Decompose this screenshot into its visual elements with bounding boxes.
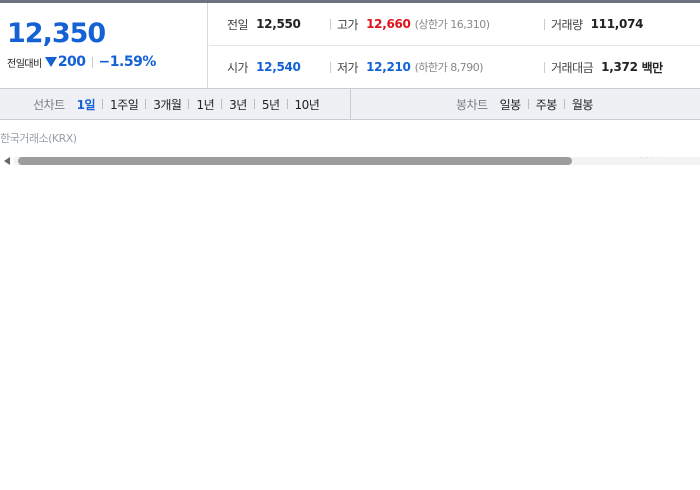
change-label: 전일대비	[7, 58, 42, 70]
stats-row-1: 전일 12,550 고가 12,660 (상한가 16,310) 거래량 111…	[209, 3, 700, 46]
tab-3-months[interactable]: 3개월	[153, 96, 182, 113]
low-value: 12,210	[366, 60, 411, 74]
down-triangle-icon	[44, 57, 57, 67]
open-cell: 시가 12,540	[227, 46, 301, 88]
candle-chart-tabs: 봉차트 일봉 주봉 월봉	[351, 89, 700, 119]
divider	[527, 99, 529, 109]
divider	[286, 99, 288, 109]
divider	[544, 61, 545, 73]
low-cell: 저가 12,210 (하한가 8,790)	[330, 46, 484, 88]
price-stats: 전일 12,550 고가 12,660 (상한가 16,310) 거래량 111…	[209, 3, 700, 89]
tab-monthly-candle[interactable]: 월봉	[572, 96, 594, 113]
prev-close-cell: 전일 12,550	[227, 3, 301, 45]
divider	[221, 99, 223, 109]
divider	[188, 99, 190, 109]
tab-10-years[interactable]: 10년	[295, 96, 320, 113]
trade-value-unit: 백만	[641, 60, 664, 75]
change-amount: 200	[57, 54, 86, 70]
volume-label: 거래량	[551, 17, 583, 32]
stats-row-2: 시가 12,540 저가 12,210 (하한가 8,790) 거래대금 1,3…	[209, 46, 700, 89]
scrollbar-thumb[interactable]	[18, 157, 572, 165]
tab-daily-candle[interactable]: 일봉	[500, 96, 522, 113]
high-value: 12,660	[366, 17, 411, 31]
tab-5-years[interactable]: 5년	[262, 96, 280, 113]
line-chart-tabs: 선차트 1일 1주일 3개월 1년 3년 5년 10년	[0, 89, 351, 119]
trade-value: 1,372	[601, 60, 638, 74]
arrow-left-icon[interactable]	[4, 157, 10, 165]
tab-1-day[interactable]: 1일	[77, 96, 96, 113]
high-cell: 고가 12,660 (상한가 16,310)	[330, 3, 490, 45]
low-label: 저가	[337, 60, 359, 75]
tab-weekly-candle[interactable]: 주봉	[536, 96, 558, 113]
prev-close-label: 전일	[227, 17, 249, 32]
tab-3-years[interactable]: 3년	[229, 96, 247, 113]
exchange-label: 한국거래소(KRX)	[0, 132, 77, 145]
volume-value: 111,074	[590, 17, 644, 31]
scroll-tick-label: · · · ·	[640, 155, 661, 162]
prev-close-value: 12,550	[256, 17, 301, 31]
chart-scrollbar[interactable]: · · · ·	[0, 155, 700, 168]
change-percent: −1.59%	[98, 54, 157, 70]
open-value: 12,540	[256, 60, 301, 74]
divider	[563, 99, 565, 109]
candle-chart-label: 봉차트	[456, 97, 488, 112]
chart-period-tabs: 선차트 1일 1주일 3개월 1년 3년 5년 10년 봉차트 일봉 주봉 월봉	[0, 89, 700, 120]
lower-limit: (하한가 8,790)	[414, 61, 484, 74]
tab-1-week[interactable]: 1주일	[110, 96, 139, 113]
tab-1-year[interactable]: 1년	[196, 96, 214, 113]
divider	[330, 61, 331, 73]
divider	[102, 99, 104, 109]
high-label: 고가	[337, 17, 359, 32]
current-price: 12,350	[7, 18, 106, 49]
divider	[145, 99, 147, 109]
price-summary: 12,350 전일대비 200 −1.59% 전일 12,550 고가 12,6…	[0, 3, 700, 89]
open-label: 시가	[227, 60, 249, 75]
trade-value-label: 거래대금	[551, 60, 594, 75]
divider	[544, 18, 545, 30]
divider	[91, 56, 93, 68]
line-chart-label: 선차트	[33, 97, 65, 112]
volume-cell: 거래량 111,074	[544, 3, 643, 45]
change-row: 전일대비 200 −1.59%	[7, 53, 156, 71]
divider	[330, 18, 331, 30]
trade-value-cell: 거래대금 1,372 백만	[544, 46, 663, 88]
current-price-box: 12,350 전일대비 200 −1.59%	[0, 3, 208, 89]
upper-limit: (상한가 16,310)	[414, 18, 490, 31]
divider	[253, 99, 255, 109]
